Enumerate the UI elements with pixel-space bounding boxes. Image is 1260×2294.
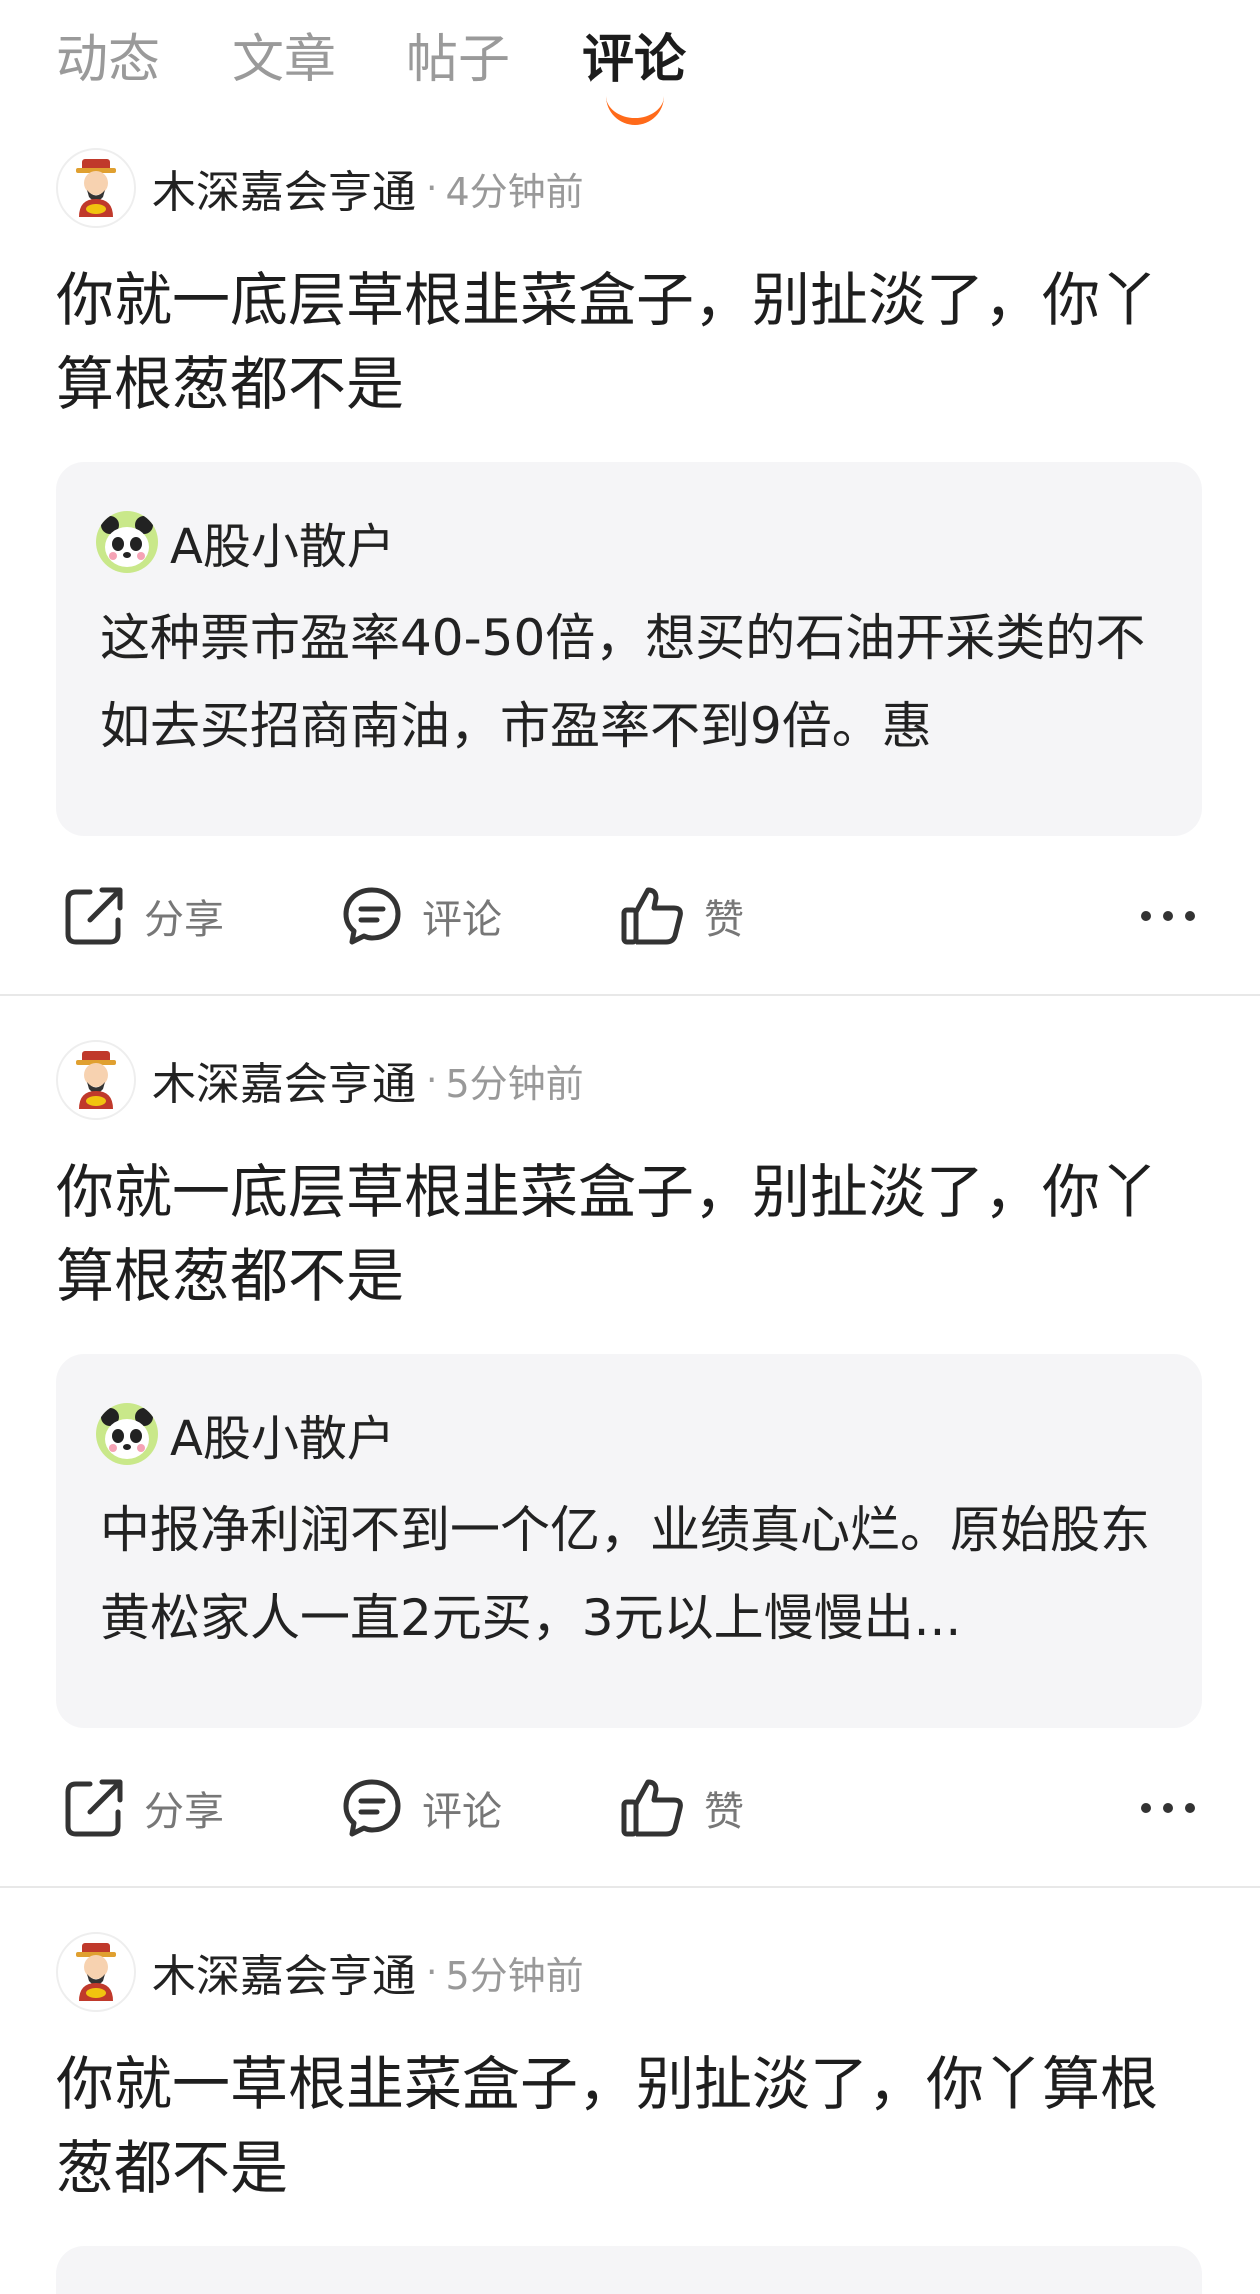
timestamp: 5分钟前 — [445, 1061, 584, 1106]
quoted-author-row: A股小散户 — [96, 1399, 395, 1469]
author-name[interactable]: 木深嘉会亨通 — [152, 156, 416, 220]
share-label: 分享 — [144, 1789, 224, 1835]
comment-text[interactable]: 你就一草根韭菜盒子，别扯淡了，你丫算根葱都不是 — [56, 2042, 1206, 2210]
tab-posts[interactable]: 帖子 — [406, 20, 510, 100]
avatar[interactable] — [56, 1932, 136, 2012]
separator-dot: · — [426, 167, 438, 209]
share-label: 分享 — [144, 897, 224, 943]
author-name[interactable]: 木深嘉会亨通 — [152, 1940, 416, 2004]
like-label: 赞 — [704, 897, 744, 943]
thumbs-up-icon — [621, 887, 683, 945]
comment-icon — [343, 1779, 401, 1837]
author-row: 木深嘉会亨通 · 4分钟前 — [56, 146, 584, 230]
like-button[interactable]: 赞 — [620, 1758, 744, 1858]
share-icon — [65, 1779, 123, 1837]
quoted-post[interactable] — [56, 2246, 1202, 2294]
more-button[interactable] — [1140, 1788, 1196, 1832]
comment-button[interactable]: 评论 — [340, 866, 502, 966]
author-row: 木深嘉会亨通 · 5分钟前 — [56, 1930, 584, 2014]
action-bar: 分享 评论 赞 — [0, 866, 1260, 966]
tab-bar: 动态 文章 帖子 评论 — [0, 0, 1260, 125]
separator-dot: · — [426, 1951, 438, 1993]
author-row: 木深嘉会亨通 · 5分钟前 — [56, 1038, 584, 1122]
quoted-author-row: A股小散户 — [96, 507, 395, 577]
action-bar: 分享 评论 赞 — [0, 1758, 1260, 1858]
quoted-text: 中报净利润不到一个亿，业绩真心烂。原始股东黄松家人一直2元买，3元以上慢慢出..… — [100, 1501, 1150, 1647]
share-button[interactable]: 分享 — [62, 866, 224, 966]
comment-label: 评论 — [422, 897, 502, 943]
more-dots-icon — [1141, 911, 1195, 921]
divider — [0, 1886, 1260, 1888]
thumbs-up-icon — [621, 1779, 683, 1837]
fortune-god-icon — [76, 1051, 116, 1109]
author-name[interactable]: 木深嘉会亨通 — [152, 1048, 416, 1112]
tab-comments[interactable]: 评论 — [582, 20, 686, 100]
quoted-post[interactable]: A股小散户 这种票市盈率40-50倍，想买的石油开采类的不如去买招商南油，市盈率… — [56, 462, 1202, 836]
quoted-text: 这种票市盈率40-50倍，想买的石油开采类的不如去买招商南油，市盈率不到9倍。惠 — [100, 609, 1146, 755]
quoted-author-name[interactable]: A股小散户 — [170, 1399, 395, 1469]
panda-avatar-icon — [96, 1403, 158, 1465]
separator-dot: · — [426, 1059, 438, 1101]
quoted-post[interactable]: A股小散户 中报净利润不到一个亿，业绩真心烂。原始股东黄松家人一直2元买，3元以… — [56, 1354, 1202, 1728]
share-icon — [65, 887, 123, 945]
like-button[interactable]: 赞 — [620, 866, 744, 966]
timestamp: 4分钟前 — [445, 169, 584, 214]
tab-dynamics[interactable]: 动态 — [56, 20, 160, 100]
avatar[interactable] — [56, 148, 136, 228]
fortune-god-icon — [76, 1943, 116, 2001]
like-label: 赞 — [704, 1789, 744, 1835]
comment-label: 评论 — [422, 1789, 502, 1835]
more-dots-icon — [1141, 1803, 1195, 1813]
avatar[interactable] — [56, 1040, 136, 1120]
active-tab-indicator — [606, 96, 664, 125]
comment-button[interactable]: 评论 — [340, 1758, 502, 1858]
comment-text[interactable]: 你就一底层草根韭菜盒子，别扯淡了，你丫算根葱都不是 — [56, 258, 1206, 426]
share-button[interactable]: 分享 — [62, 1758, 224, 1858]
timestamp: 5分钟前 — [445, 1953, 584, 1998]
quoted-author-name[interactable]: A股小散户 — [170, 507, 395, 577]
fortune-god-icon — [76, 159, 116, 217]
comment-text[interactable]: 你就一底层草根韭菜盒子，别扯淡了，你丫算根葱都不是 — [56, 1150, 1206, 1318]
more-button[interactable] — [1140, 896, 1196, 940]
tab-articles[interactable]: 文章 — [232, 20, 336, 100]
divider — [0, 994, 1260, 996]
panda-avatar-icon — [96, 511, 158, 573]
comment-icon — [343, 887, 401, 945]
